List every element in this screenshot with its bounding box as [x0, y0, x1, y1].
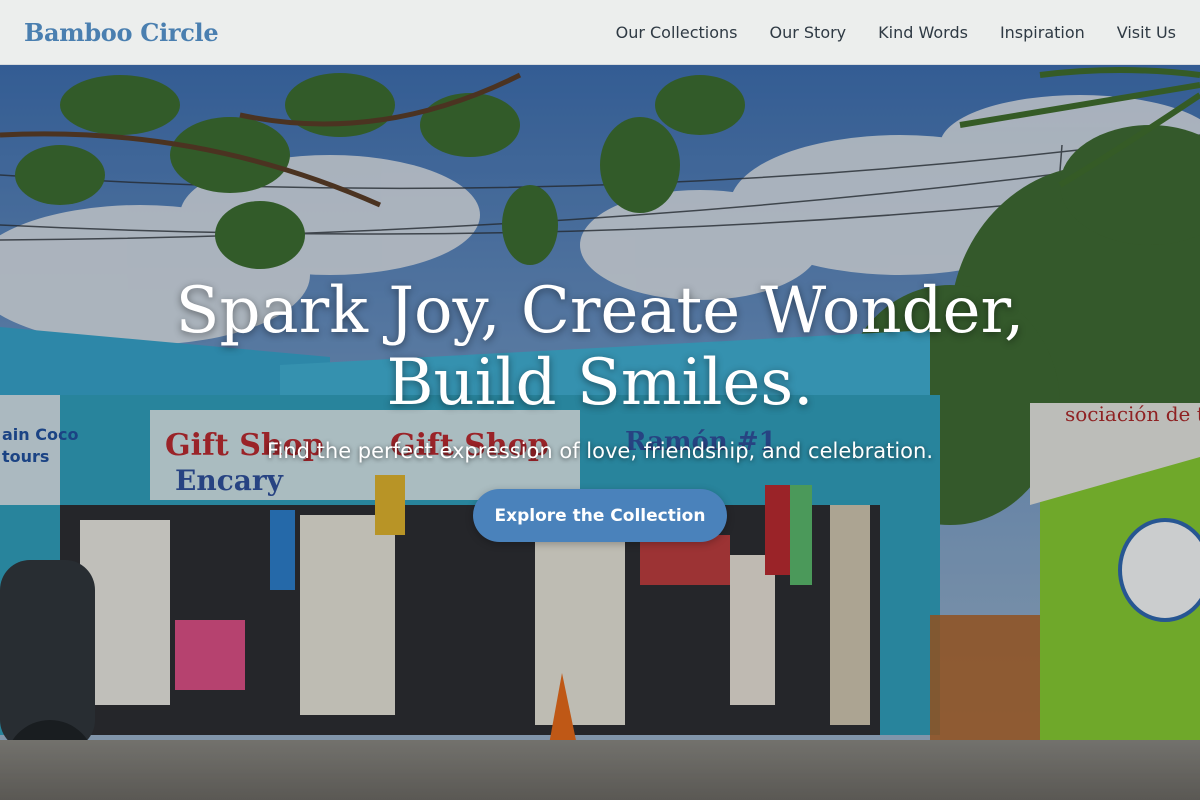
hero-headline: Spark Joy, Create Wonder, Build Smiles. — [175, 274, 1025, 420]
explore-collection-button[interactable]: Explore the Collection — [473, 489, 727, 542]
hero-tagline: Find the perfect expression of love, fri… — [266, 439, 934, 463]
hero-content: Spark Joy, Create Wonder, Build Smiles. … — [0, 275, 1200, 542]
brand-logo[interactable]: Bamboo Circle — [24, 18, 219, 47]
nav-link-our-story[interactable]: Our Story — [769, 23, 846, 42]
nav-link-our-collections[interactable]: Our Collections — [616, 23, 738, 42]
nav-link-kind-words[interactable]: Kind Words — [878, 23, 968, 42]
nav-link-visit-us[interactable]: Visit Us — [1117, 23, 1176, 42]
site-header: Bamboo Circle Our Collections Our Story … — [0, 0, 1200, 65]
nav-link-inspiration[interactable]: Inspiration — [1000, 23, 1085, 42]
main-nav: Our Collections Our Story Kind Words Ins… — [616, 23, 1176, 42]
hero-section: Gift Shop Encary Gift Shop Ramón #1 ain … — [0, 65, 1200, 800]
